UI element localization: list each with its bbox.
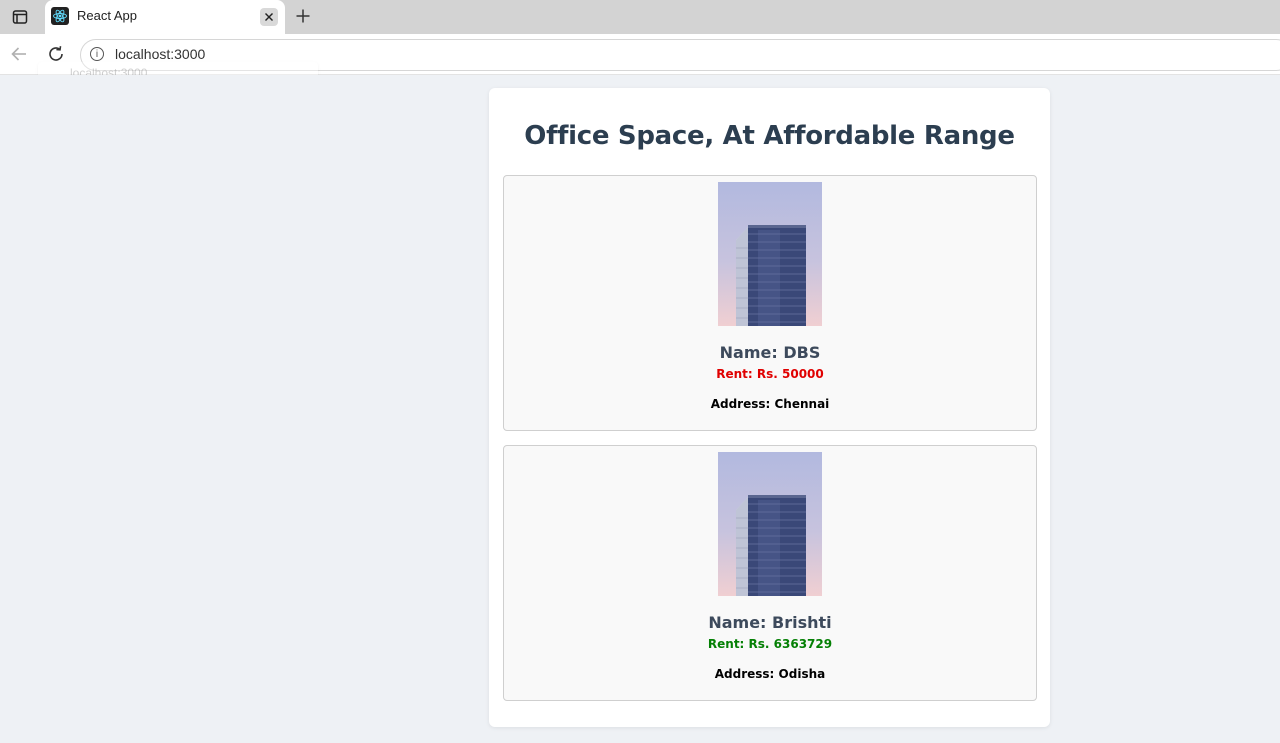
- office-list-panel: Office Space, At Affordable Range Name: …: [489, 88, 1050, 727]
- office-rent: Rent: Rs. 50000: [716, 367, 824, 381]
- plus-icon: [296, 9, 310, 23]
- office-address: Address: Chennai: [710, 397, 830, 411]
- office-name: Name: Brishti: [708, 613, 832, 632]
- office-name: Name: DBS: [719, 343, 821, 362]
- close-icon[interactable]: [260, 8, 278, 26]
- arrow-left-icon: [11, 47, 26, 61]
- back-button[interactable]: [7, 42, 31, 66]
- new-tab-button[interactable]: [292, 5, 314, 27]
- react-icon: [51, 7, 69, 25]
- page-title: Office Space, At Affordable Range: [524, 121, 1015, 151]
- tab-strip: React App: [0, 0, 1280, 34]
- office-card: Name: Brishti Rent: Rs. 6363729 Address:…: [503, 445, 1037, 701]
- tab-title: React App: [77, 8, 137, 23]
- browser-tab[interactable]: React App: [45, 0, 285, 34]
- page-content: Office Space, At Affordable Range Name: …: [0, 75, 1280, 743]
- tab-actions-icon[interactable]: [10, 7, 30, 27]
- office-rent: Rent: Rs. 6363729: [707, 637, 833, 651]
- office-building-image: [718, 452, 822, 596]
- office-building-image: [718, 182, 822, 326]
- info-icon[interactable]: i: [90, 47, 104, 61]
- reload-icon: [49, 46, 63, 61]
- office-address: Address: Odisha: [714, 667, 826, 681]
- address-bar-url: localhost:3000: [115, 46, 206, 62]
- office-card: Name: DBS Rent: Rs. 50000 Address: Chenn…: [503, 175, 1037, 431]
